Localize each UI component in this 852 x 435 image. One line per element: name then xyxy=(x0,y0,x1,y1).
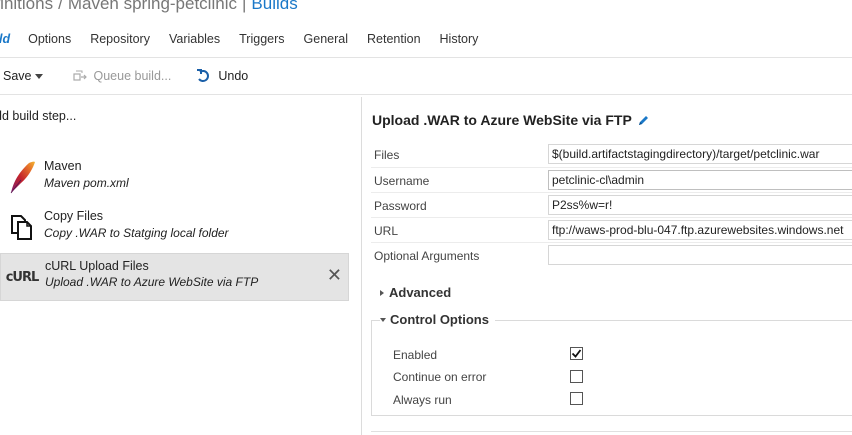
optional-arguments-input[interactable] xyxy=(548,245,852,265)
breadcrumb: efinitions / Maven spring-petclinic | Builds xyxy=(0,0,298,14)
optional-arguments-label: Optional Arguments xyxy=(374,249,480,263)
chevron-down-icon xyxy=(34,74,43,79)
password-field-row: Password xyxy=(371,195,852,217)
tab-history[interactable]: History xyxy=(440,29,479,49)
files-input[interactable] xyxy=(548,144,852,164)
row-divider xyxy=(371,242,852,243)
username-field-row: Username xyxy=(371,170,852,192)
files-label: Files xyxy=(374,148,400,162)
always-run-checkbox[interactable] xyxy=(570,392,583,405)
tab-triggers[interactable]: Triggers xyxy=(239,29,284,49)
chevron-right-icon xyxy=(380,289,384,296)
step-title: Maven xyxy=(44,159,82,173)
always-run-label: Always run xyxy=(393,393,452,407)
step-title: Copy Files xyxy=(44,209,104,223)
undo-label: Undo xyxy=(218,69,249,83)
tab-retention[interactable]: Retention xyxy=(367,29,421,49)
remove-step-close-icon[interactable]: ✕ xyxy=(327,266,342,284)
definition-tabs: ld Options Repository Variables Triggers… xyxy=(0,29,497,49)
task-title: Upload .WAR to Azure WebSite via FTP xyxy=(372,112,650,128)
tab-build[interactable]: ld xyxy=(0,29,10,49)
breadcrumb-root[interactable]: efinitions xyxy=(0,0,53,13)
row-divider xyxy=(371,217,852,218)
username-label: Username xyxy=(374,174,430,188)
toolbar-divider xyxy=(0,94,852,95)
undo-button[interactable]: Undo xyxy=(196,67,248,85)
queue-build-button[interactable]: Queue build... xyxy=(72,67,172,85)
enabled-checkbox[interactable] xyxy=(570,347,583,360)
undo-icon xyxy=(197,69,210,82)
copy-files-icon xyxy=(5,210,39,244)
maven-feather-icon xyxy=(5,160,39,194)
save-label: Save xyxy=(3,69,32,83)
advanced-label: Advanced xyxy=(389,285,452,300)
tab-options[interactable]: Options xyxy=(28,29,71,49)
tab-repository[interactable]: Repository xyxy=(90,29,150,49)
breadcrumb-current[interactable]: Builds xyxy=(251,0,297,13)
step-subtitle: Upload .WAR to Azure WebSite via FTP xyxy=(45,275,259,289)
queue-build-icon xyxy=(72,70,87,81)
row-divider xyxy=(371,167,852,168)
tab-variables[interactable]: Variables xyxy=(169,29,220,49)
control-options-label: Control Options xyxy=(390,312,489,327)
files-field-row: Files xyxy=(371,144,852,166)
continue-on-error-label: Continue on error xyxy=(393,370,487,384)
url-input[interactable] xyxy=(548,220,852,240)
breadcrumb-separator-2: | xyxy=(241,0,247,13)
advanced-section-toggle[interactable]: Advanced xyxy=(380,285,451,300)
step-subtitle: Copy .WAR to Statging local folder xyxy=(44,226,229,240)
panel-splitter[interactable] xyxy=(361,97,362,435)
add-build-step-link[interactable]: dd build step... xyxy=(0,109,76,123)
toolbar: Save Queue build... Undo xyxy=(0,66,248,86)
checkmark-icon xyxy=(571,349,582,358)
tabs-divider xyxy=(0,57,852,58)
row-divider xyxy=(371,192,852,193)
step-subtitle: Maven pom.xml xyxy=(44,176,129,190)
task-title-text: Upload .WAR to Azure WebSite via FTP xyxy=(372,112,632,128)
curl-icon-text: cURL xyxy=(5,269,40,285)
step-title: cURL Upload Files xyxy=(45,259,149,273)
optional-arguments-field-row: Optional Arguments xyxy=(371,245,852,267)
password-label: Password xyxy=(374,199,427,213)
continue-on-error-checkbox[interactable] xyxy=(570,370,583,383)
chevron-down-icon xyxy=(380,317,386,322)
enabled-label: Enabled xyxy=(393,348,438,362)
bottom-divider xyxy=(371,431,852,432)
curl-icon: cURL xyxy=(5,260,40,294)
build-step-maven[interactable]: Maven Maven pom.xml xyxy=(0,154,349,202)
save-button[interactable]: Save xyxy=(3,67,43,85)
username-input[interactable] xyxy=(548,170,852,190)
url-field-row: URL xyxy=(371,220,852,242)
breadcrumb-separator: / xyxy=(58,0,63,13)
tab-general[interactable]: General xyxy=(304,29,348,49)
build-step-curl-upload[interactable]: cURL cURL Upload Files Upload .WAR to Az… xyxy=(0,253,349,301)
build-step-copy-files[interactable]: Copy Files Copy .WAR to Statging local f… xyxy=(0,204,349,252)
pencil-edit-icon[interactable] xyxy=(637,114,650,127)
password-input[interactable] xyxy=(548,195,852,215)
control-options-toggle[interactable]: Control Options xyxy=(380,312,495,327)
queue-build-label: Queue build... xyxy=(93,69,172,83)
url-label: URL xyxy=(374,224,399,238)
breadcrumb-definition[interactable]: Maven spring-petclinic xyxy=(68,0,237,13)
